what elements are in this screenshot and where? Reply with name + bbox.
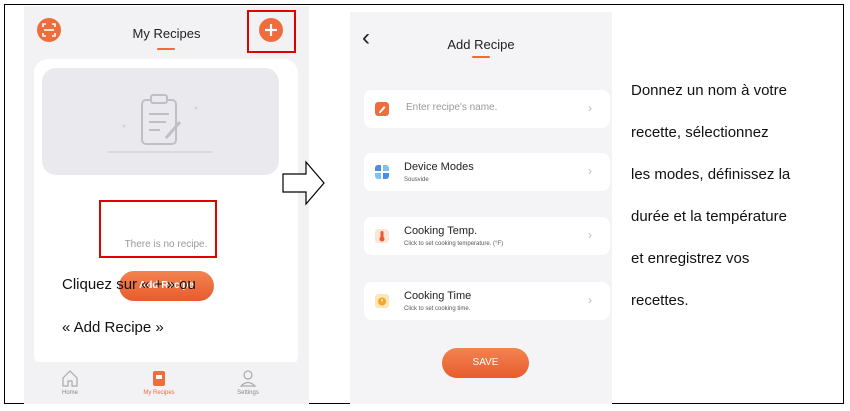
recipe-name-placeholder: Enter recipe's name. — [406, 102, 498, 113]
description-line-6: recettes. — [631, 292, 689, 309]
description-line-4: durée et la température — [631, 208, 787, 225]
device-modes-label: Device Modes — [404, 161, 474, 173]
description-line-3: les modes, définissez la — [631, 166, 791, 183]
add-recipe-screen: ‹ Add Recipe Enter recipe's name. › Devi… — [350, 12, 612, 404]
device-modes-field[interactable]: Device Modes Sousvide › — [364, 153, 610, 191]
recipe-book-icon — [153, 371, 165, 386]
nav-home[interactable]: Home — [40, 368, 100, 396]
pencil-icon — [375, 102, 389, 116]
timer-icon — [375, 294, 389, 308]
nav-settings[interactable]: Settings — [218, 368, 278, 396]
clipboard-icon — [108, 94, 212, 153]
description-line-2: recette, sélectionnez — [631, 124, 769, 141]
house-icon — [62, 370, 78, 387]
chevron-right-icon: › — [588, 293, 592, 307]
cooking-temp-hint: Click to set cooking temperature. (°F) — [404, 241, 504, 247]
right-arrow-icon — [282, 160, 325, 206]
description-line-1: Donnez un nom à votre — [631, 82, 787, 99]
bottom-nav: Home My Recipes Settings — [24, 362, 309, 404]
nav-my-recipes[interactable]: My Recipes — [129, 368, 189, 396]
cooking-temp-field[interactable]: Cooking Temp. Click to set cooking tempe… — [364, 217, 610, 255]
cooking-time-field[interactable]: Cooking Time Click to set cooking time. … — [364, 282, 610, 320]
description-line-5: et enregistrez vos — [631, 250, 750, 267]
nav-my-recipes-label: My Recipes — [143, 390, 175, 396]
add-recipe-underline — [472, 56, 490, 58]
nav-settings-label: Settings — [237, 390, 259, 396]
plus-highlight — [247, 10, 296, 53]
nav-home-label: Home — [61, 390, 78, 396]
save-button[interactable]: SAVE — [442, 348, 529, 378]
instruction-line-1: Cliquez sur « + » ou — [62, 276, 196, 293]
add-recipe-title: Add Recipe — [447, 37, 515, 52]
title-underline — [157, 48, 175, 50]
thermometer-icon — [375, 229, 389, 243]
cooking-time-hint: Click to set cooking time. — [404, 306, 471, 312]
recipe-name-field[interactable]: Enter recipe's name. › — [364, 90, 610, 128]
modes-grid-icon — [375, 165, 389, 179]
chevron-right-icon: › — [588, 164, 592, 178]
add-recipe-highlight — [99, 200, 217, 258]
user-settings-icon — [239, 370, 257, 387]
device-modes-value: Sousvide — [404, 177, 429, 183]
chevron-right-icon: › — [588, 101, 592, 115]
cooking-temp-label: Cooking Temp. — [404, 225, 478, 237]
chevron-right-icon: › — [588, 228, 592, 242]
empty-placeholder — [42, 68, 279, 175]
cooking-time-label: Cooking Time — [404, 290, 472, 302]
instruction-line-2: « Add Recipe » — [62, 319, 164, 336]
